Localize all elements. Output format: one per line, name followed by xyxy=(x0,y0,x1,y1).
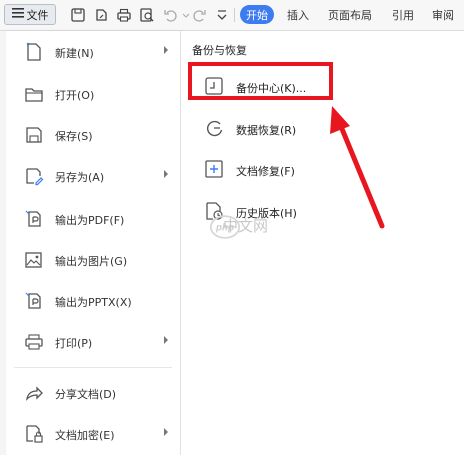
pptx-icon xyxy=(24,291,44,311)
backup-center-icon xyxy=(203,75,225,97)
doc-repair-icon xyxy=(203,158,225,180)
share-icon xyxy=(24,383,44,403)
backup-restore-panel: 备份与恢复 备份中心(K)... 数据恢复(R) 文档修复(F) 历史版本(H) xyxy=(181,31,464,455)
menu-item-label: 打开(O) xyxy=(55,89,95,102)
menu-item-label: 输出为PPTX(X) xyxy=(55,296,132,309)
menu-item-label: 另存为(A) xyxy=(55,171,105,184)
hamburger-icon xyxy=(11,8,24,21)
submenu-item-data-recovery[interactable]: 数据恢复(R) xyxy=(181,111,464,145)
submenu-arrow-icon xyxy=(164,428,168,436)
menu-item-new[interactable]: 新建(N) xyxy=(6,34,180,70)
customize-icon[interactable] xyxy=(214,7,230,23)
submenu-item-history[interactable]: 历史版本(H) xyxy=(181,194,464,228)
export-icon[interactable] xyxy=(94,7,110,23)
tab-insert[interactable]: 插入 xyxy=(287,7,309,23)
menu-item-share[interactable]: 分享文档(D) xyxy=(6,375,180,411)
save-as-icon xyxy=(24,166,44,186)
save-icon xyxy=(24,125,44,145)
menu-item-label: 输出为PDF(F) xyxy=(55,214,125,227)
data-recovery-icon xyxy=(203,117,225,139)
submenu-item-doc-repair[interactable]: 文档修复(F) xyxy=(181,152,464,186)
menu-item-export-image[interactable]: 输出为图片(G) xyxy=(6,242,180,278)
submenu-item-label: 数据恢复(R) xyxy=(236,124,297,137)
menu-item-open[interactable]: 打开(O) xyxy=(6,76,180,112)
tab-review[interactable]: 审阅 xyxy=(432,7,454,23)
menu-item-label: 打印(P) xyxy=(55,337,93,350)
submenu-item-label: 历史版本(H) xyxy=(236,207,297,220)
encrypt-icon xyxy=(24,424,44,444)
menu-item-label: 输出为图片(G) xyxy=(55,255,128,268)
file-menu-label: 文件 xyxy=(26,8,49,22)
print-preview-icon[interactable] xyxy=(139,7,155,23)
undo-dropdown-icon[interactable] xyxy=(178,7,190,23)
menu-divider xyxy=(14,367,172,368)
menu-item-label: 新建(N) xyxy=(55,47,94,60)
pdf-icon xyxy=(24,209,44,229)
submenu-arrow-icon xyxy=(164,46,168,54)
menu-item-label: 文档加密(E) xyxy=(55,429,115,442)
panel-title: 备份与恢复 xyxy=(192,44,247,57)
submenu-item-backup-center[interactable]: 备份中心(K)... xyxy=(181,69,464,103)
menu-item-print[interactable]: 打印(P) xyxy=(6,324,180,360)
submenu-arrow-icon xyxy=(164,170,168,178)
print-icon[interactable] xyxy=(116,7,132,23)
file-menu: 新建(N) 打开(O) 保存(S) 另存为(A) 输出为PDF(F) 输出为图片… xyxy=(6,31,181,455)
printer-icon xyxy=(24,332,44,352)
submenu-item-label: 文档修复(F) xyxy=(236,165,295,178)
tab-page-layout[interactable]: 页面布局 xyxy=(328,7,372,23)
menu-item-label: 保存(S) xyxy=(55,130,93,143)
tab-references[interactable]: 引用 xyxy=(392,7,414,23)
toolbar-separator xyxy=(234,8,235,22)
folder-icon xyxy=(24,84,44,104)
save-icon[interactable] xyxy=(70,7,86,23)
menu-item-encrypt[interactable]: 文档加密(E) xyxy=(6,416,180,452)
undo-icon[interactable] xyxy=(162,7,178,23)
menu-item-save[interactable]: 保存(S) xyxy=(6,117,180,153)
menu-item-export-pptx[interactable]: 输出为PPTX(X) xyxy=(6,283,180,319)
image-icon xyxy=(24,250,44,270)
submenu-arrow-icon xyxy=(164,336,168,344)
file-menu-button[interactable]: 文件 xyxy=(4,4,56,25)
toolbar: 文件 开始 插入 页面布局 引用 审阅 xyxy=(0,0,464,31)
history-icon xyxy=(203,200,225,222)
submenu-item-label: 备份中心(K)... xyxy=(236,82,307,95)
tab-home[interactable]: 开始 xyxy=(240,5,274,24)
menu-item-save-as[interactable]: 另存为(A) xyxy=(6,158,180,194)
menu-item-export-pdf[interactable]: 输出为PDF(F) xyxy=(6,201,180,237)
menu-item-label: 分享文档(D) xyxy=(55,388,117,401)
new-doc-icon xyxy=(24,42,44,62)
redo-icon[interactable] xyxy=(192,7,208,23)
